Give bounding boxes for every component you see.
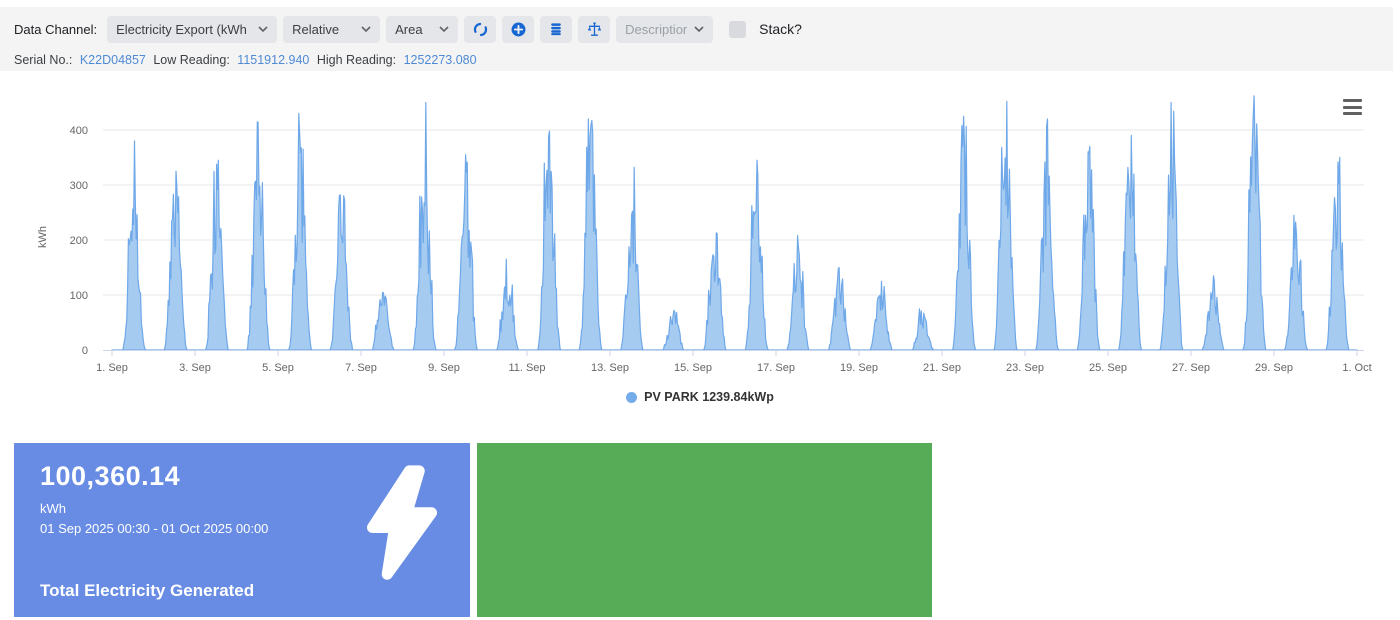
chart-area: 1. Sep 3. Sep 5. Sep 7. Sep 9. Sep 11. Sep 13.… [0, 85, 1400, 385]
database-button[interactable] [540, 16, 572, 43]
chart-type-select[interactable]: Area [386, 16, 458, 43]
chart-legend-item[interactable]: PV PARK 1239.84kWp [0, 390, 1400, 404]
low-reading-value-link[interactable]: 1151912.940 [237, 53, 309, 67]
scale-icon [586, 21, 603, 38]
low-reading-label: Low Reading: [153, 53, 229, 67]
mode-select[interactable]: Relative [283, 16, 380, 43]
legend-series-label: PV PARK 1239.84kWp [644, 390, 774, 404]
secondary-summary-card [477, 443, 932, 617]
svg-text:kWh: kWh [37, 226, 49, 248]
high-reading-value-link[interactable]: 1252273.080 [404, 53, 477, 67]
mode-select-value: Relative [292, 22, 339, 37]
description-select-value: Description [625, 22, 687, 37]
svg-text:13. Sep: 13. Sep [591, 362, 629, 374]
burger-bar [1343, 106, 1362, 109]
chart-context-menu-button[interactable] [1343, 99, 1362, 115]
serial-label: Serial No.: [14, 53, 72, 67]
svg-text:17. Sep: 17. Sep [757, 362, 795, 374]
meter-info-row: Serial No.: K22D04857 Low Reading: 11519… [14, 53, 481, 67]
chevron-down-icon [694, 26, 704, 33]
svg-text:200: 200 [70, 235, 88, 247]
svg-text:0: 0 [82, 345, 88, 357]
svg-text:11. Sep: 11. Sep [508, 362, 545, 374]
lightning-bolt-icon [356, 464, 448, 587]
chart-type-select-value: Area [395, 22, 422, 37]
svg-text:400: 400 [70, 125, 88, 137]
total-generated-card: 100,360.14 kWh 01 Sep 2025 00:30 - 01 Oc… [14, 443, 470, 617]
total-generated-title: Total Electricity Generated [40, 581, 254, 601]
data-channel-select[interactable]: Electricity Export (kWh [107, 16, 277, 43]
refresh-icon [472, 21, 489, 38]
svg-text:21. Sep: 21. Sep [923, 362, 961, 374]
stack-checkbox-label: Stack? [759, 21, 802, 37]
data-channel-select-value: Electricity Export (kWh [116, 22, 247, 37]
burger-bar [1343, 112, 1362, 115]
svg-text:25. Sep: 25. Sep [1089, 362, 1127, 374]
toolbar-panel: Data Channel: Electricity Export (kWh Re… [0, 7, 1393, 71]
svg-text:7. Sep: 7. Sep [345, 362, 377, 374]
burger-bar [1343, 99, 1362, 102]
svg-text:29. Sep: 29. Sep [1255, 362, 1293, 374]
add-button[interactable] [502, 16, 534, 43]
svg-text:5. Sep: 5. Sep [262, 362, 294, 374]
database-icon [548, 21, 564, 37]
stack-checkbox[interactable] [729, 21, 746, 38]
chevron-down-icon [258, 26, 268, 33]
high-reading-label: High Reading: [317, 53, 396, 67]
legend-series-dot [626, 392, 637, 403]
svg-text:1. Oct: 1. Oct [1342, 362, 1371, 374]
svg-text:1. Sep: 1. Sep [96, 362, 128, 374]
svg-text:3. Sep: 3. Sep [179, 362, 211, 374]
add-circle-icon [510, 21, 527, 38]
description-select[interactable]: Description [616, 16, 713, 43]
svg-text:19. Sep: 19. Sep [840, 362, 878, 374]
svg-text:23. Sep: 23. Sep [1006, 362, 1044, 374]
data-channel-label: Data Channel: [14, 22, 97, 37]
chart-plot-area[interactable]: 1. Sep 3. Sep 5. Sep 7. Sep 9. Sep 11. Sep 13.… [0, 85, 1400, 385]
svg-text:9. Sep: 9. Sep [428, 362, 460, 374]
chevron-down-icon [361, 26, 371, 33]
svg-text:100: 100 [70, 290, 88, 302]
svg-text:27. Sep: 27. Sep [1172, 362, 1210, 374]
svg-text:300: 300 [70, 180, 88, 192]
page: Data Channel: Electricity Export (kWh Re… [0, 0, 1400, 620]
scale-button[interactable] [578, 16, 610, 43]
serial-value-link[interactable]: K22D04857 [80, 53, 146, 67]
toolbar-row: Data Channel: Electricity Export (kWh Re… [14, 15, 802, 43]
refresh-button[interactable] [464, 16, 496, 43]
svg-text:15. Sep: 15. Sep [674, 362, 712, 374]
chevron-down-icon [439, 26, 449, 33]
